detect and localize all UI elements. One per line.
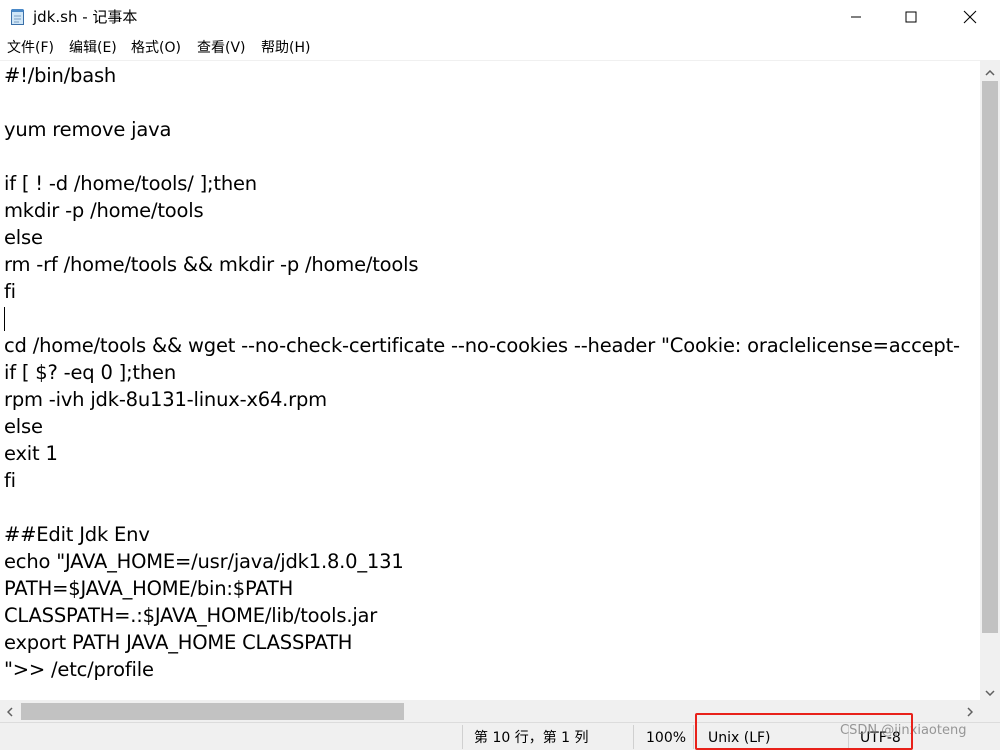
- maximize-icon: [905, 11, 917, 23]
- text-line: #!/bin/bash: [4, 64, 117, 87]
- scroll-right-button[interactable]: [960, 700, 980, 722]
- window-title: jdk.sh - 记事本: [33, 8, 138, 26]
- vertical-scroll-thumb[interactable]: [982, 81, 998, 633]
- menu-help[interactable]: 帮助(H): [261, 39, 310, 57]
- horizontal-scroll-thumb[interactable]: [21, 703, 404, 720]
- text-line: exit 1: [4, 442, 58, 465]
- minimize-icon: [850, 11, 862, 23]
- cursor-position: 第 10 行，第 1 列: [474, 730, 589, 746]
- text-line: else: [4, 226, 43, 249]
- text-line: ##Edit Jdk Env: [4, 523, 150, 546]
- vertical-scrollbar[interactable]: [980, 60, 1000, 700]
- maximize-button[interactable]: [881, 0, 941, 34]
- status-divider: [693, 725, 694, 749]
- text-line: export PATH JAVA_HOME CLASSPATH: [4, 631, 353, 654]
- minimize-button[interactable]: [826, 0, 886, 34]
- text-line: yum remove java: [4, 118, 172, 141]
- text-line: else: [4, 415, 43, 438]
- chevron-left-icon: [6, 702, 13, 721]
- menu-file[interactable]: 文件(F): [7, 39, 54, 57]
- scroll-left-button[interactable]: [0, 700, 20, 722]
- text-line: echo "JAVA_HOME=/usr/java/jdk1.8.0_131: [4, 550, 404, 573]
- text-line: if [ $? -eq 0 ];then: [4, 361, 176, 384]
- text-line: if [ ! -d /home/tools/ ];then: [4, 172, 257, 195]
- text-line: rm -rf /home/tools && mkdir -p /home/too…: [4, 253, 419, 276]
- text-line: PATH=$JAVA_HOME/bin:$PATH: [4, 577, 294, 600]
- text-line: ">> /etc/profile: [4, 658, 154, 681]
- text-line: cd /home/tools && wget --no-check-certif…: [4, 334, 960, 357]
- text-line: rpm -ivh jdk-8u131-linux-x64.rpm: [4, 388, 327, 411]
- scroll-corner: [980, 700, 1000, 722]
- text-editor[interactable]: #!/bin/bash yum remove java if [ ! -d /h…: [0, 60, 980, 700]
- text-line: fi: [4, 469, 16, 492]
- chevron-down-icon: [985, 681, 995, 700]
- status-divider: [633, 725, 634, 749]
- text-line: fi: [4, 280, 16, 303]
- scroll-up-button[interactable]: [980, 60, 1000, 80]
- notepad-icon: [10, 8, 26, 26]
- title-bar[interactable]: jdk.sh - 记事本: [0, 0, 1000, 36]
- scroll-down-button[interactable]: [980, 680, 1000, 700]
- status-divider: [462, 725, 463, 749]
- menu-format[interactable]: 格式(O): [131, 39, 181, 57]
- chevron-up-icon: [985, 61, 995, 80]
- close-button[interactable]: [940, 0, 1000, 34]
- menu-bar: 文件(F) 编辑(E) 格式(O) 查看(V) 帮助(H): [0, 36, 1000, 60]
- chevron-right-icon: [967, 702, 974, 721]
- menu-edit[interactable]: 编辑(E): [69, 39, 117, 57]
- highlight-annotation: [695, 713, 913, 750]
- menu-view[interactable]: 查看(V): [197, 39, 246, 57]
- text-caret: [4, 307, 5, 331]
- close-icon: [963, 10, 977, 24]
- text-line: CLASSPATH=.:$JAVA_HOME/lib/tools.jar: [4, 604, 378, 627]
- zoom-level: 100%: [646, 730, 687, 746]
- text-line: mkdir -p /home/tools: [4, 199, 204, 222]
